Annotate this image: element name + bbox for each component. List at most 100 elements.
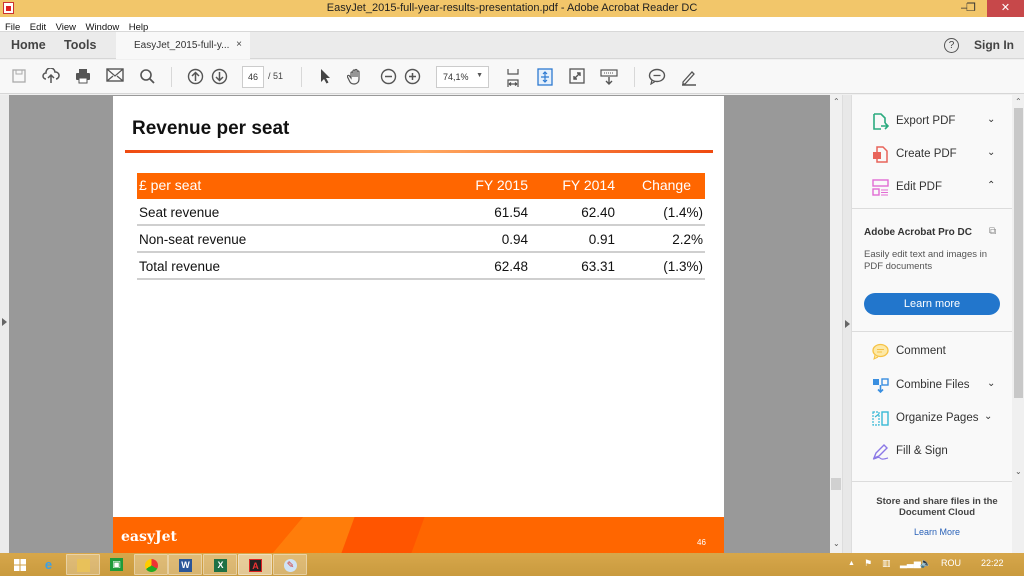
value-fy2015: 61.54 xyxy=(494,205,528,220)
save-icon[interactable] xyxy=(10,68,28,86)
page-up-icon[interactable] xyxy=(186,68,204,86)
rotate-fit-icon[interactable] xyxy=(536,68,554,86)
taskbar-internet-explorer[interactable]: e xyxy=(32,554,66,575)
chevron-down-icon[interactable]: ⌄ xyxy=(987,378,995,389)
search-icon[interactable] xyxy=(138,68,156,86)
acrobat-icon: A xyxy=(249,559,262,572)
highlight-pen-icon[interactable] xyxy=(680,68,698,86)
fill-sign-icon xyxy=(872,444,889,460)
zoom-out-icon[interactable] xyxy=(379,68,397,86)
chevron-down-icon[interactable]: ⌄ xyxy=(987,114,995,125)
chevron-up-icon[interactable]: ⌃ xyxy=(987,180,995,191)
read-mode-icon[interactable] xyxy=(600,68,618,86)
store-icon: ▣ xyxy=(110,558,123,571)
combine-files-icon xyxy=(873,378,889,394)
document-cloud-text: Store and share files in the Document Cl… xyxy=(876,496,998,518)
action-center-flag-icon[interactable]: ⚑ xyxy=(864,558,872,569)
header-fy2014: FY 2014 xyxy=(562,177,615,193)
chevron-down-icon: ▼ xyxy=(476,72,483,79)
chevron-down-icon[interactable]: ⌄ xyxy=(984,411,992,422)
tab-home[interactable]: Home xyxy=(11,38,46,52)
window-title: EasyJet_2015-full-year-results-presentat… xyxy=(326,2,698,14)
scroll-down-icon[interactable]: ⌄ xyxy=(833,539,840,548)
collapse-right-pane-icon[interactable] xyxy=(845,320,850,328)
divider xyxy=(852,481,1012,482)
page-down-icon[interactable] xyxy=(210,68,228,86)
value-change: (1.3%) xyxy=(663,259,703,274)
volume-icon[interactable]: 🔈 xyxy=(920,558,931,569)
sign-in-button[interactable]: Sign In xyxy=(974,38,1014,52)
full-screen-icon[interactable] xyxy=(568,68,586,86)
hand-icon[interactable] xyxy=(346,68,365,86)
title-divider xyxy=(125,150,713,153)
word-icon: W xyxy=(179,559,192,572)
select-cursor-icon[interactable] xyxy=(316,68,334,86)
tab-tools[interactable]: Tools xyxy=(64,38,96,52)
scroll-up-icon[interactable]: ⌃ xyxy=(1015,97,1022,106)
tool-label: Comment xyxy=(896,345,946,357)
fit-page-icon[interactable] xyxy=(504,68,522,87)
expand-left-panel-icon[interactable] xyxy=(2,318,7,326)
tool-label: Create PDF xyxy=(896,148,957,160)
document-scroll-thumb[interactable] xyxy=(831,478,841,490)
edit-pdf-icon xyxy=(872,179,889,196)
footer-decoration xyxy=(341,517,425,553)
value-change: 2.2% xyxy=(672,232,703,247)
show-hidden-icons[interactable]: ▲ xyxy=(848,560,855,567)
header-label: £ per seat xyxy=(139,177,202,193)
zoom-in-icon[interactable] xyxy=(403,68,421,86)
help-icon[interactable]: ? xyxy=(944,38,959,53)
header-fy2015: FY 2015 xyxy=(475,177,528,193)
toolbar: 46 / 51 74,1% ▼ xyxy=(0,60,1024,94)
taskbar-chrome[interactable] xyxy=(134,554,168,575)
promo-description: Easily edit text and images in PDF docum… xyxy=(864,249,988,272)
learn-more-button[interactable]: Learn more xyxy=(864,293,1000,315)
close-tab-icon[interactable]: × xyxy=(236,39,242,50)
taskbar-excel[interactable]: X xyxy=(203,554,237,575)
upload-cloud-icon[interactable] xyxy=(42,67,60,86)
table-row: Seat revenue 61.54 62.40 (1.4%) xyxy=(137,199,705,226)
close-button[interactable]: ✕ xyxy=(987,0,1024,17)
page-number-input[interactable]: 46 xyxy=(242,66,264,88)
value-fy2014: 0.91 xyxy=(588,232,615,247)
language-indicator[interactable]: ROU xyxy=(941,558,961,568)
maximize-button[interactable]: ❐ xyxy=(958,0,984,17)
menu-bar: File Edit View Window Help xyxy=(0,17,1024,33)
tools-pane-scroll-thumb[interactable] xyxy=(1014,108,1023,398)
taskbar-word[interactable]: W xyxy=(168,554,202,575)
header-change: Change xyxy=(641,177,691,193)
value-fy2014: 63.31 xyxy=(581,259,615,274)
pdf-page: Revenue per seat £ per seat FY 2015 FY 2… xyxy=(113,96,724,553)
export-pdf-icon xyxy=(873,113,889,130)
signal-icon[interactable]: ▂▃▅ xyxy=(900,558,921,569)
scroll-up-icon[interactable]: ⌃ xyxy=(833,97,840,106)
windows-logo-icon xyxy=(14,559,26,571)
email-icon[interactable] xyxy=(106,68,124,86)
tool-label: Organize Pages xyxy=(896,412,979,424)
create-pdf-icon xyxy=(873,146,888,163)
table-row: Non-seat revenue 0.94 0.91 2.2% xyxy=(137,226,705,253)
page-total: / 51 xyxy=(268,71,284,81)
comment-icon[interactable] xyxy=(648,68,666,86)
document-cloud-learn-more-link[interactable]: Learn More xyxy=(870,527,1004,537)
divider xyxy=(852,331,1012,332)
paint-icon: ✎ xyxy=(284,559,297,572)
tab-document[interactable]: EasyJet_2015-full-y... × xyxy=(116,32,250,59)
network-icon[interactable]: ▥ xyxy=(882,558,891,569)
revenue-table: £ per seat FY 2015 FY 2014 Change Seat r… xyxy=(137,173,705,280)
organize-pages-icon xyxy=(872,411,889,426)
row-label: Seat revenue xyxy=(139,205,220,220)
print-icon[interactable] xyxy=(74,68,92,86)
chevron-down-icon[interactable]: ⌄ xyxy=(987,147,995,158)
tool-label: Fill & Sign xyxy=(896,445,948,457)
scroll-down-icon[interactable]: ⌄ xyxy=(1015,467,1022,476)
zoom-level-dropdown[interactable]: 74,1% ▼ xyxy=(436,66,489,88)
taskbar-file-explorer[interactable] xyxy=(66,554,100,575)
taskbar-paint[interactable]: ✎ xyxy=(273,554,307,575)
toolbar-separator xyxy=(301,67,302,87)
title-bar: EasyJet_2015-full-year-results-presentat… xyxy=(0,0,1024,17)
clock[interactable]: 22:22 xyxy=(981,558,1004,568)
taskbar-store[interactable]: ▣ xyxy=(100,554,134,575)
comment-tool-icon xyxy=(872,343,889,360)
taskbar-acrobat-reader[interactable]: A xyxy=(238,554,272,575)
